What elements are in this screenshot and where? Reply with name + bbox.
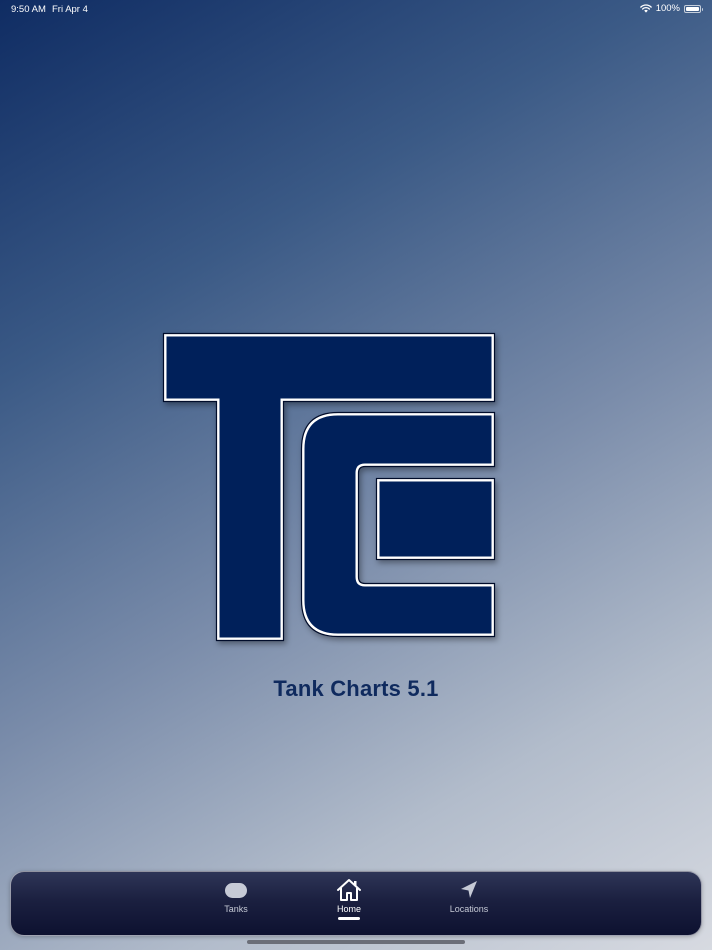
battery-level-fill: [686, 6, 699, 11]
status-date: Fri Apr 4: [52, 4, 88, 15]
tab-home[interactable]: Home: [309, 878, 389, 928]
location-arrow-icon: [461, 881, 477, 898]
tab-bar: Tanks Home Locations: [10, 871, 702, 936]
tab-tanks[interactable]: Tanks: [196, 878, 276, 928]
tc-logo: [162, 332, 496, 642]
tab-locations-label: Locations: [449, 904, 489, 914]
tab-locations[interactable]: Locations: [429, 878, 509, 928]
tab-home-label: Home: [336, 904, 361, 914]
status-indicators: 100%: [639, 3, 703, 14]
app-title: Tank Charts 5.1: [273, 676, 439, 701]
status-time: 9:50 AM: [11, 4, 46, 15]
tank-icon: [225, 883, 247, 898]
tab-selection-indicator: [338, 917, 360, 920]
tab-tanks-label: Tanks: [224, 904, 248, 914]
status-bar: 9:50 AM Fri Apr 4 100%: [0, 0, 712, 18]
battery-percentage: 100%: [655, 3, 680, 14]
home-indicator[interactable]: [247, 940, 465, 944]
home-icon: [337, 879, 361, 901]
battery-icon: [684, 4, 703, 13]
wifi-icon: [639, 4, 652, 13]
